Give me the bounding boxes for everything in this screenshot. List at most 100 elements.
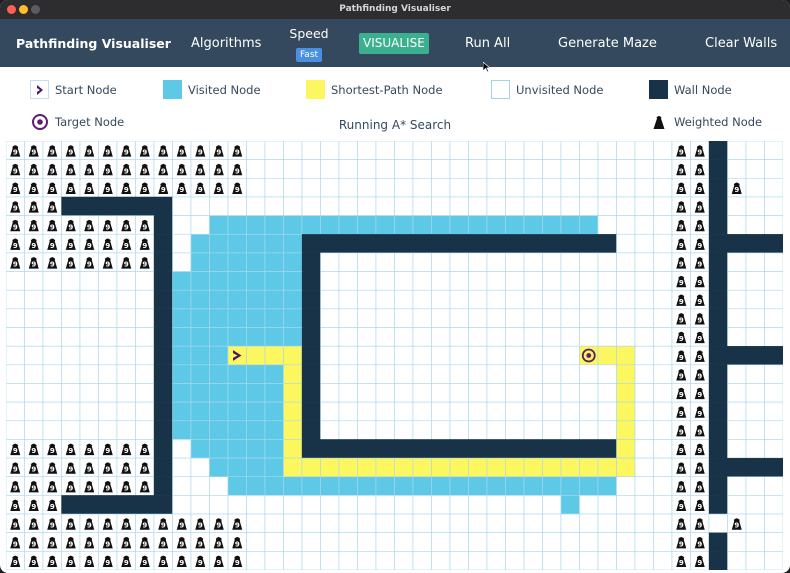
- grid-cell-unvisited[interactable]: [634, 364, 654, 384]
- grid-cell-unvisited[interactable]: [542, 364, 562, 384]
- grid-cell-wall[interactable]: [153, 439, 173, 459]
- grid-cell-visited[interactable]: [246, 289, 266, 310]
- grid-cell-path[interactable]: [597, 457, 617, 478]
- grid-cell-visited[interactable]: [209, 233, 229, 254]
- grid-cell-path[interactable]: [449, 457, 469, 478]
- grid-cell-wall[interactable]: [560, 234, 580, 254]
- grid-cell-unvisited[interactable]: [320, 289, 340, 310]
- grid-cell-unvisited[interactable]: [357, 308, 377, 328]
- grid-cell-visited[interactable]: [209, 271, 229, 291]
- grid-cell-unvisited[interactable]: [597, 495, 617, 515]
- grid-cell-unvisited[interactable]: [468, 141, 488, 160]
- grid-cell-visited[interactable]: [283, 308, 303, 328]
- grid-cell-unvisited[interactable]: [172, 457, 192, 478]
- grid-cell-unvisited[interactable]: [135, 345, 155, 366]
- grid-cell-visited[interactable]: [209, 401, 229, 422]
- grid-cell-unvisited[interactable]: [79, 345, 99, 366]
- grid-cell-visited[interactable]: [209, 457, 229, 478]
- grid-cell-unvisited[interactable]: [542, 532, 562, 552]
- grid-cell-unvisited[interactable]: [449, 327, 469, 347]
- grid-cell-unvisited[interactable]: [116, 401, 136, 422]
- grid-cell-path[interactable]: [283, 383, 303, 403]
- grid-cell-unvisited[interactable]: [190, 215, 210, 235]
- grid-cell-wall[interactable]: [153, 290, 173, 310]
- grid-cell-path[interactable]: [320, 457, 340, 478]
- grid-cell-unvisited[interactable]: [283, 532, 303, 552]
- grid-cell-visited[interactable]: [190, 345, 210, 366]
- grid-cell-visited[interactable]: [338, 215, 358, 235]
- grid-cell-visited[interactable]: [246, 457, 266, 478]
- grid-cell-visited[interactable]: [246, 420, 266, 440]
- grid-cell-unvisited[interactable]: [727, 401, 747, 422]
- grid-cell-unvisited[interactable]: [264, 178, 284, 198]
- grid-cell-wall[interactable]: [153, 196, 173, 216]
- grid-cell-path[interactable]: [486, 457, 506, 478]
- grid-cell-unvisited[interactable]: [6, 345, 25, 366]
- grid-cell-wall[interactable]: [116, 196, 136, 216]
- grid-cell-unvisited[interactable]: [412, 159, 432, 179]
- grid-cell-unvisited[interactable]: [42, 383, 62, 403]
- grid-cell-path[interactable]: [579, 457, 599, 478]
- grid-cell-unvisited[interactable]: [301, 551, 321, 570]
- grid-cell-unvisited[interactable]: [727, 495, 747, 515]
- grid-cell-unvisited[interactable]: [394, 551, 414, 570]
- grid-cell-unvisited[interactable]: [61, 271, 81, 291]
- grid-cell-unvisited[interactable]: [523, 532, 543, 552]
- speed-value-badge[interactable]: Fast: [295, 48, 323, 62]
- grid-cell-unvisited[interactable]: [79, 383, 99, 403]
- grid-cell-unvisited[interactable]: [394, 364, 414, 384]
- grid-cell-visited[interactable]: [560, 215, 580, 235]
- grid-cell-unvisited[interactable]: [449, 196, 469, 216]
- grid-cell-unvisited[interactable]: [301, 513, 321, 533]
- grid-cell-unvisited[interactable]: [616, 308, 636, 328]
- grid-cell-unvisited[interactable]: [727, 289, 747, 310]
- grid-cell-unvisited[interactable]: [523, 513, 543, 533]
- grid-cell-unvisited[interactable]: [542, 252, 562, 272]
- grid-cell-unvisited[interactable]: [283, 178, 303, 198]
- grid-cell-wall[interactable]: [523, 439, 543, 459]
- grid-cell-visited[interactable]: [190, 308, 210, 328]
- grid-cell-unvisited[interactable]: [449, 495, 469, 515]
- grid-cell-unvisited[interactable]: [634, 308, 654, 328]
- grid-cell-visited[interactable]: [505, 215, 525, 235]
- grid-cell-unvisited[interactable]: [542, 513, 562, 533]
- grid-cell-visited[interactable]: [246, 383, 266, 403]
- grid-cell-unvisited[interactable]: [61, 345, 81, 366]
- grid-cell-unvisited[interactable]: [98, 308, 118, 328]
- grid-cell-unvisited[interactable]: [412, 364, 432, 384]
- grid-cell-wall[interactable]: [708, 178, 728, 198]
- grid-cell-visited[interactable]: [227, 252, 247, 272]
- grid-cell-unvisited[interactable]: [449, 178, 469, 198]
- grid-cell-unvisited[interactable]: [616, 476, 636, 496]
- grid-cell-path[interactable]: [505, 457, 525, 478]
- grid-cell-unvisited[interactable]: [745, 476, 765, 496]
- grid-cell-unvisited[interactable]: [468, 289, 488, 310]
- grid-cell-unvisited[interactable]: [542, 327, 562, 347]
- grid-cell-wall[interactable]: [375, 439, 395, 459]
- grid-cell-unvisited[interactable]: [227, 196, 247, 216]
- grid-cell-unvisited[interactable]: [523, 141, 543, 160]
- grid-cell-wall[interactable]: [98, 196, 118, 216]
- grid-cell-unvisited[interactable]: [505, 196, 525, 216]
- grid-cell-unvisited[interactable]: [24, 271, 44, 291]
- grid-cell-visited[interactable]: [264, 233, 284, 254]
- grid-cell-unvisited[interactable]: [412, 383, 432, 403]
- grid-cell-unvisited[interactable]: [264, 196, 284, 216]
- grid-cell-visited[interactable]: [190, 271, 210, 291]
- grid-cell-unvisited[interactable]: [338, 495, 358, 515]
- grid-cell-unvisited[interactable]: [375, 495, 395, 515]
- grid-cell-path[interactable]: [394, 457, 414, 478]
- grid-cell-visited[interactable]: [523, 215, 543, 235]
- grid-cell-unvisited[interactable]: [264, 495, 284, 515]
- grid-cell-unvisited[interactable]: [523, 364, 543, 384]
- grid-cell-unvisited[interactable]: [505, 345, 525, 366]
- grid-cell-unvisited[interactable]: [227, 495, 247, 515]
- grid-cell-unvisited[interactable]: [560, 308, 580, 328]
- grid-cell-visited[interactable]: [209, 383, 229, 403]
- grid-cell-unvisited[interactable]: [135, 420, 155, 440]
- grid-cell-unvisited[interactable]: [412, 327, 432, 347]
- grid-cell-wall[interactable]: [301, 439, 321, 459]
- grid-cell-unvisited[interactable]: [560, 383, 580, 403]
- grid-cell-unvisited[interactable]: [431, 196, 451, 216]
- grid-cell-visited[interactable]: [283, 271, 303, 291]
